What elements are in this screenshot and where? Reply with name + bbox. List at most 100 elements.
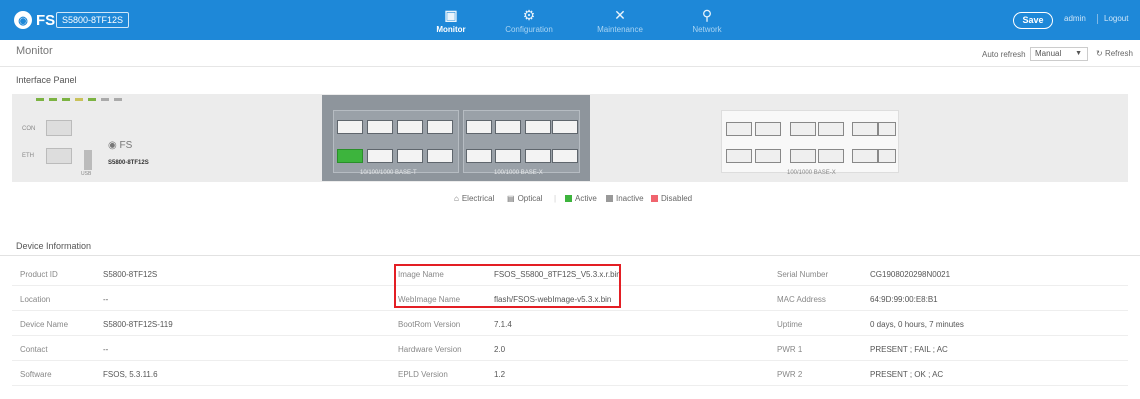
port-15[interactable]	[552, 120, 578, 134]
inactive-swatch	[606, 195, 613, 202]
network-icon: ⚲	[701, 7, 713, 23]
port-24[interactable]	[818, 149, 844, 163]
port-25[interactable]	[852, 122, 878, 136]
port-6[interactable]	[397, 149, 423, 163]
legend-electrical-label: Electrical	[461, 194, 495, 203]
monitor-icon: ▣	[444, 7, 458, 23]
port-17[interactable]	[726, 122, 752, 136]
legend-disabled-label: Disabled	[661, 194, 693, 203]
legend-inactive-label: Inactive	[616, 194, 644, 203]
status-led	[114, 98, 122, 101]
serial-number-label: Serial Number	[777, 270, 829, 279]
port-12[interactable]	[495, 149, 521, 163]
username-link[interactable]: admin	[1064, 14, 1086, 23]
serial-number-value: CG1908020298N0021	[870, 270, 951, 279]
nav-maintenance-label: Maintenance	[597, 25, 643, 34]
port-19[interactable]	[755, 122, 781, 136]
device-model-badge: S5800-8TF12S	[56, 12, 130, 28]
status-led	[101, 98, 109, 101]
top-navigation-bar: ◉ FS S5800-8TF12S ▣ Monitor ⚙ Configurati…	[0, 0, 1140, 40]
port-26[interactable]	[852, 149, 878, 163]
port-11[interactable]	[495, 120, 521, 134]
management-port[interactable]	[46, 148, 72, 164]
port-14[interactable]	[525, 149, 551, 163]
legend-active: Active	[565, 194, 597, 203]
port-group-base-x-2-label: 100/1000 BASE-X	[787, 170, 836, 176]
fs-device-logo: ◉ FS	[108, 140, 133, 151]
nav-network-label: Network	[692, 25, 722, 34]
console-port[interactable]	[46, 120, 72, 136]
contact-value: --	[103, 345, 109, 354]
port-27[interactable]	[878, 122, 896, 136]
pwr1-label: PWR 1	[777, 345, 803, 354]
port-13[interactable]	[525, 120, 551, 134]
device-information-title: Device Information	[16, 241, 92, 251]
nav-network[interactable]: ⚲ Network	[672, 0, 742, 40]
uptime-value: 0 days, 0 hours, 7 minutes	[870, 320, 964, 329]
gear-icon: ⚙	[522, 7, 536, 23]
disabled-swatch	[651, 195, 658, 202]
port-group-base-x-2	[721, 110, 899, 173]
port-group-base-x-1-label: 100/1000 BASE-X	[494, 170, 543, 176]
port-8[interactable]	[427, 149, 453, 163]
port-22[interactable]	[790, 149, 816, 163]
port-group-base-t-label: 10/100/1000 BASE-T	[360, 170, 417, 176]
status-led	[75, 98, 83, 101]
logout-link[interactable]: Logout	[1104, 14, 1128, 23]
port-20[interactable]	[755, 149, 781, 163]
save-button[interactable]: Save	[1013, 12, 1053, 29]
nav-configuration[interactable]: ⚙ Configuration	[494, 0, 564, 40]
port-9[interactable]	[466, 120, 492, 134]
port-10[interactable]	[466, 149, 492, 163]
optical-port-icon: ▤	[507, 194, 515, 203]
status-led	[88, 98, 96, 101]
nav-maintenance[interactable]: ✕ Maintenance	[585, 0, 655, 40]
port-21[interactable]	[790, 122, 816, 136]
port-16[interactable]	[552, 149, 578, 163]
port-18[interactable]	[726, 149, 752, 163]
port-5[interactable]	[397, 120, 423, 134]
port-4[interactable]	[367, 149, 393, 163]
fs-device-logo-text: FS	[119, 140, 133, 151]
device-info-divider	[0, 255, 1140, 256]
legend-divider: |	[554, 194, 557, 203]
row-divider	[12, 385, 1128, 386]
status-led	[49, 98, 57, 101]
row-divider	[12, 360, 1128, 361]
fs-logo: ◉ FS	[14, 9, 55, 31]
auto-refresh-value: Manual	[1035, 49, 1062, 58]
electrical-port-icon: ⌂	[454, 194, 459, 203]
legend-inactive: Inactive	[606, 194, 644, 203]
usb-port[interactable]	[84, 150, 92, 170]
legend-optical-label: Optical	[517, 194, 543, 203]
auto-refresh-select[interactable]: Manual ▼	[1030, 47, 1088, 61]
refresh-button[interactable]: ↻ Refresh	[1096, 49, 1133, 58]
port-28[interactable]	[878, 149, 896, 163]
uptime-label: Uptime	[777, 320, 803, 329]
auto-refresh-label: Auto refresh	[982, 50, 1026, 59]
highlight-box	[394, 264, 621, 308]
nav-monitor[interactable]: ▣ Monitor	[416, 0, 486, 40]
title-divider	[0, 66, 1140, 67]
epld-version-value: 1.2	[494, 370, 506, 379]
legend-optical: ▤ Optical	[507, 194, 542, 203]
row-divider	[12, 335, 1128, 336]
bootrom-version-value: 7.1.4	[494, 320, 512, 329]
usb-port-label: USB	[81, 171, 92, 177]
software-label: Software	[20, 370, 52, 379]
refresh-icon: ↻	[1096, 49, 1103, 58]
port-2[interactable]	[337, 149, 363, 163]
chevron-down-icon: ▼	[1075, 50, 1082, 57]
port-23[interactable]	[818, 122, 844, 136]
contact-label: Contact	[20, 345, 48, 354]
header-divider	[1097, 14, 1098, 24]
device-name-value: S5800-8TF12S-119	[103, 320, 173, 329]
interface-panel-title: Interface Panel	[16, 75, 77, 85]
port-7[interactable]	[427, 120, 453, 134]
legend-electrical: ⌂ Electrical	[454, 194, 494, 203]
device-model-label: S5800-8TF12S	[108, 160, 149, 166]
port-3[interactable]	[367, 120, 393, 134]
port-1[interactable]	[337, 120, 363, 134]
nav-monitor-label: Monitor	[436, 25, 466, 34]
hardware-version-value: 2.0	[494, 345, 506, 354]
